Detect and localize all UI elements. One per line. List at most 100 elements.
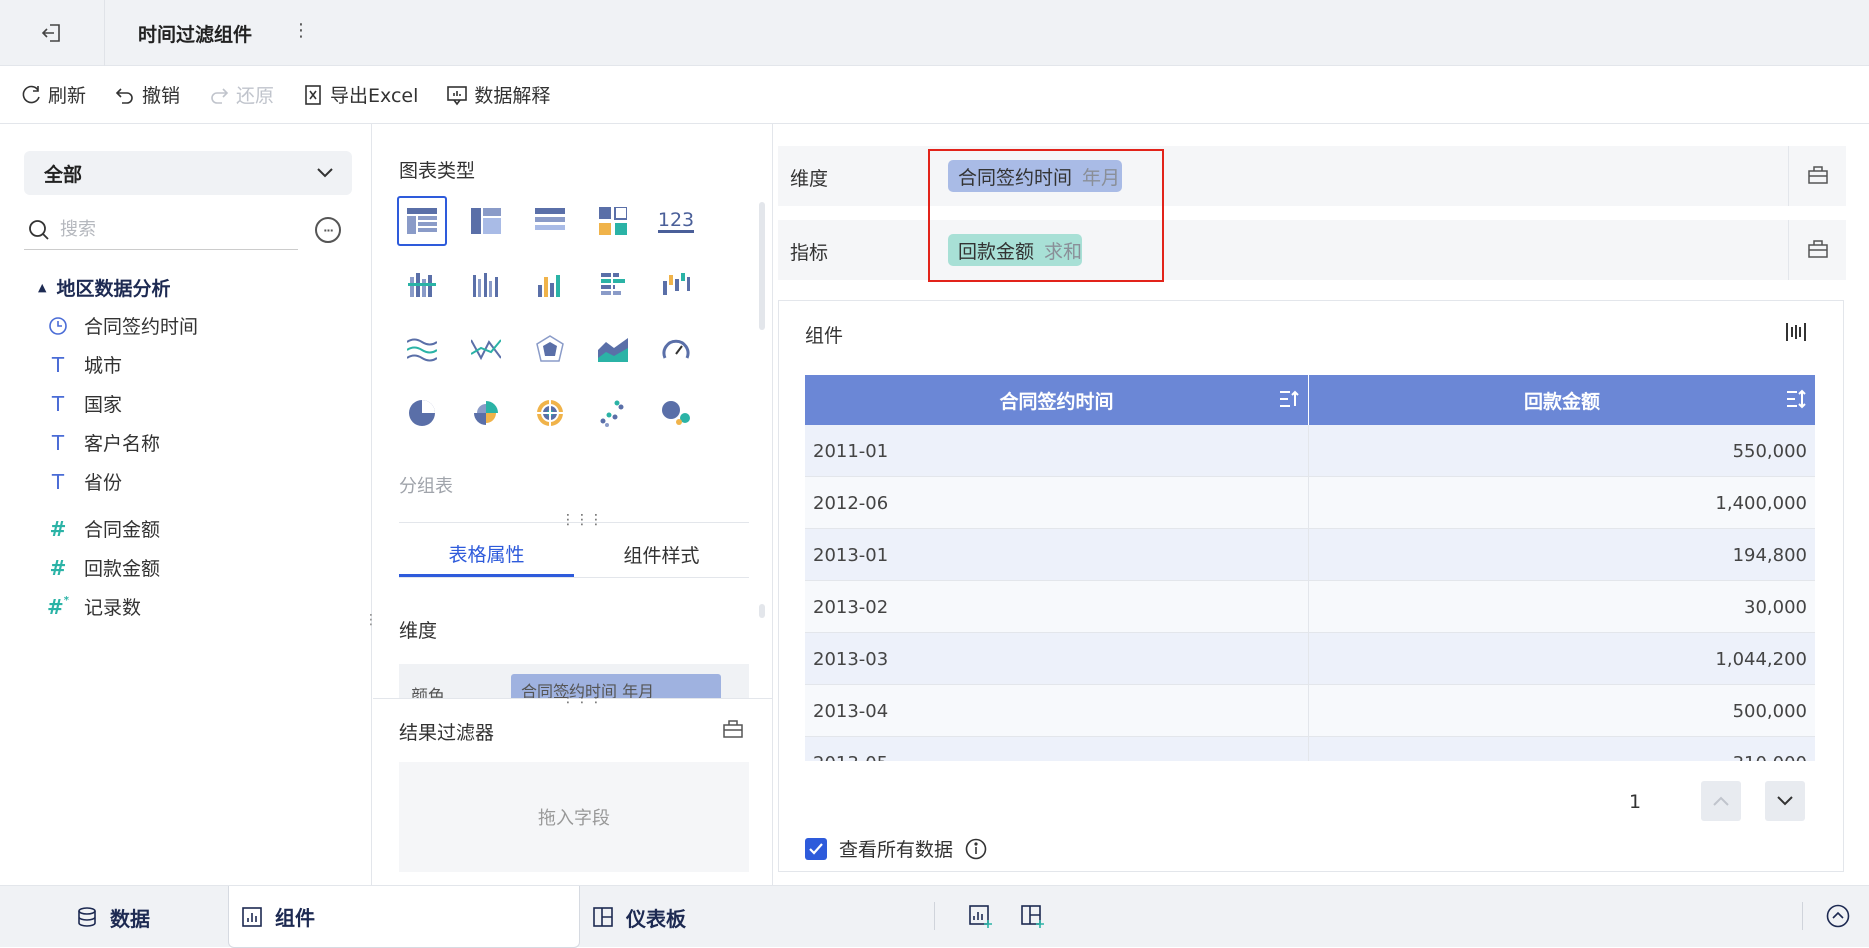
chart-type-bar[interactable] bbox=[525, 260, 575, 310]
chart-type-scrollbar[interactable] bbox=[759, 202, 765, 330]
clock-icon bbox=[46, 316, 70, 336]
chart-type-rose[interactable] bbox=[461, 388, 511, 438]
sort-asc-icon[interactable] bbox=[1278, 388, 1300, 410]
more-vertical-icon[interactable]: ⋮ bbox=[292, 20, 310, 41]
chart-type-bubble[interactable] bbox=[651, 388, 701, 438]
collapse-up-icon[interactable] bbox=[1826, 904, 1850, 928]
cell-date: 2012-06 bbox=[805, 477, 1309, 529]
chart-type-gauge[interactable] bbox=[651, 324, 701, 374]
chart-type-group-table[interactable] bbox=[397, 196, 447, 246]
tab-data[interactable]: 数据 bbox=[76, 886, 150, 948]
table-row[interactable]: 2013-03 1,044,200 bbox=[805, 633, 1815, 685]
field-item[interactable]: # 合同金额 bbox=[46, 515, 160, 542]
tab-dashboard[interactable]: 仪表板 bbox=[592, 886, 686, 948]
sort-icon[interactable] bbox=[1785, 388, 1807, 410]
table-row[interactable]: 2013-02 30,000 bbox=[805, 581, 1815, 633]
measure-chip[interactable]: 回款金额 求和 bbox=[948, 234, 1082, 266]
column-header-label: 回款金额 bbox=[1523, 390, 1600, 413]
field-item[interactable]: T 国家 bbox=[46, 390, 122, 417]
field-label: 客户名称 bbox=[84, 433, 161, 455]
field-item[interactable]: T 城市 bbox=[46, 351, 122, 378]
resize-handle[interactable]: ⋮⋮⋮ bbox=[561, 690, 603, 706]
chart-type-kpi-cards[interactable] bbox=[588, 196, 638, 246]
chart-type-horizontal-bar[interactable] bbox=[588, 260, 638, 310]
redo-button[interactable]: 还原 bbox=[208, 81, 274, 108]
component-title[interactable]: 时间过滤组件 bbox=[138, 20, 252, 47]
tab-component-style[interactable]: 组件样式 bbox=[574, 532, 749, 577]
page-next-button[interactable] bbox=[1765, 781, 1805, 821]
scope-select[interactable]: 全部 bbox=[24, 151, 352, 195]
area-chart-icon bbox=[598, 338, 628, 362]
add-dashboard-icon[interactable] bbox=[1020, 904, 1046, 930]
dimension-shelf[interactable]: 维度 合同签约时间 年月 bbox=[778, 146, 1846, 206]
chart-type-stacked-bar[interactable] bbox=[397, 260, 447, 310]
cell-date: 2013-04 bbox=[805, 685, 1309, 737]
field-item[interactable]: # 回款金额 bbox=[46, 554, 160, 581]
table-row[interactable]: 2011-01 550,000 bbox=[805, 425, 1815, 477]
tab-component[interactable]: 组件 bbox=[228, 886, 580, 948]
filter-settings-icon[interactable] bbox=[723, 718, 743, 738]
table-row[interactable]: 2012-06 1,400,000 bbox=[805, 477, 1815, 529]
shelf-settings-icon[interactable] bbox=[1808, 164, 1828, 184]
search-box bbox=[24, 210, 298, 250]
tab-data-label: 数据 bbox=[110, 906, 150, 931]
info-icon[interactable] bbox=[965, 838, 987, 860]
field-item[interactable]: T 省份 bbox=[46, 468, 122, 495]
chart-type-scatter[interactable] bbox=[588, 388, 638, 438]
grouped-bar-icon bbox=[473, 273, 498, 297]
export-excel-button[interactable]: 导出Excel bbox=[302, 81, 418, 108]
chart-type-cross-table[interactable] bbox=[461, 196, 511, 246]
column-header-contract-time[interactable]: 合同签约时间 bbox=[805, 375, 1309, 425]
tab-table-properties[interactable]: 表格属性 bbox=[399, 532, 574, 577]
data-explain-button[interactable]: 数据解释 bbox=[446, 81, 550, 108]
page-prev-button[interactable] bbox=[1701, 781, 1741, 821]
view-all-data: 查看所有数据 bbox=[805, 835, 987, 862]
table-row[interactable]: 2013-04 500,000 bbox=[805, 685, 1815, 737]
color-attribute-chip[interactable]: 合同签约时间 年月 bbox=[511, 674, 721, 698]
view-all-checkbox[interactable] bbox=[805, 837, 827, 860]
chart-type-sunburst[interactable] bbox=[525, 388, 575, 438]
dimension-chip[interactable]: 合同签约时间 年月 bbox=[948, 160, 1122, 192]
resize-handle[interactable]: ⋮⋮⋮ bbox=[561, 512, 603, 528]
chart-type-area[interactable] bbox=[588, 324, 638, 374]
search-input[interactable] bbox=[60, 219, 280, 240]
add-component-icon[interactable] bbox=[968, 904, 994, 930]
chart-type-waterfall[interactable] bbox=[651, 260, 701, 310]
divider bbox=[1788, 146, 1789, 206]
cell-amount: 1,400,000 bbox=[1715, 492, 1807, 514]
result-filter-drop-zone[interactable]: 拖入字段 bbox=[399, 762, 749, 872]
shelf-settings-icon[interactable] bbox=[1808, 238, 1828, 258]
exit-button[interactable] bbox=[30, 14, 74, 52]
dashboard-icon bbox=[593, 907, 613, 927]
bar-chart-icon bbox=[538, 275, 560, 297]
export-label: 导出Excel bbox=[330, 85, 419, 107]
chart-type-line[interactable] bbox=[397, 324, 447, 374]
more-options-icon[interactable]: ··· bbox=[315, 217, 341, 243]
chart-type-detail-table[interactable] bbox=[525, 196, 575, 246]
refresh-button[interactable]: 刷新 bbox=[20, 81, 86, 108]
table-row[interactable]: 2013-05 310,000 bbox=[805, 737, 1815, 761]
component-preview-title: 组件 bbox=[805, 325, 844, 347]
chart-type-number[interactable]: 123 bbox=[651, 196, 701, 246]
chart-type-pie[interactable] bbox=[397, 388, 447, 438]
detail-table-icon bbox=[535, 208, 565, 230]
field-label: 回款金额 bbox=[84, 558, 161, 580]
chevron-down-icon bbox=[1777, 796, 1793, 806]
field-item[interactable]: T 客户名称 bbox=[46, 429, 160, 456]
field-item[interactable]: 合同签约时间 bbox=[46, 312, 198, 339]
undo-button[interactable]: 撤销 bbox=[114, 81, 180, 108]
chart-type-radar-line[interactable] bbox=[461, 324, 511, 374]
folder-region-analysis[interactable]: ▲ 地区数据分析 bbox=[38, 274, 170, 301]
chart-type-grouped-bar[interactable] bbox=[461, 260, 511, 310]
property-scrollbar[interactable] bbox=[759, 604, 765, 618]
column-width-icon[interactable] bbox=[1785, 321, 1807, 343]
table-row[interactable]: 2013-01 194,800 bbox=[805, 529, 1815, 581]
cell-amount: 310,000 bbox=[1309, 737, 1815, 762]
chart-type-radar[interactable] bbox=[525, 324, 575, 374]
measure-shelf[interactable]: 指标 回款金额 求和 bbox=[778, 220, 1846, 280]
field-item[interactable]: # * 记录数 bbox=[46, 593, 141, 620]
scope-value: 全部 bbox=[44, 163, 83, 186]
tab-component-label: 组件 bbox=[275, 906, 315, 930]
excel-icon bbox=[305, 84, 321, 105]
column-header-payment[interactable]: 回款金额 bbox=[1309, 375, 1815, 425]
